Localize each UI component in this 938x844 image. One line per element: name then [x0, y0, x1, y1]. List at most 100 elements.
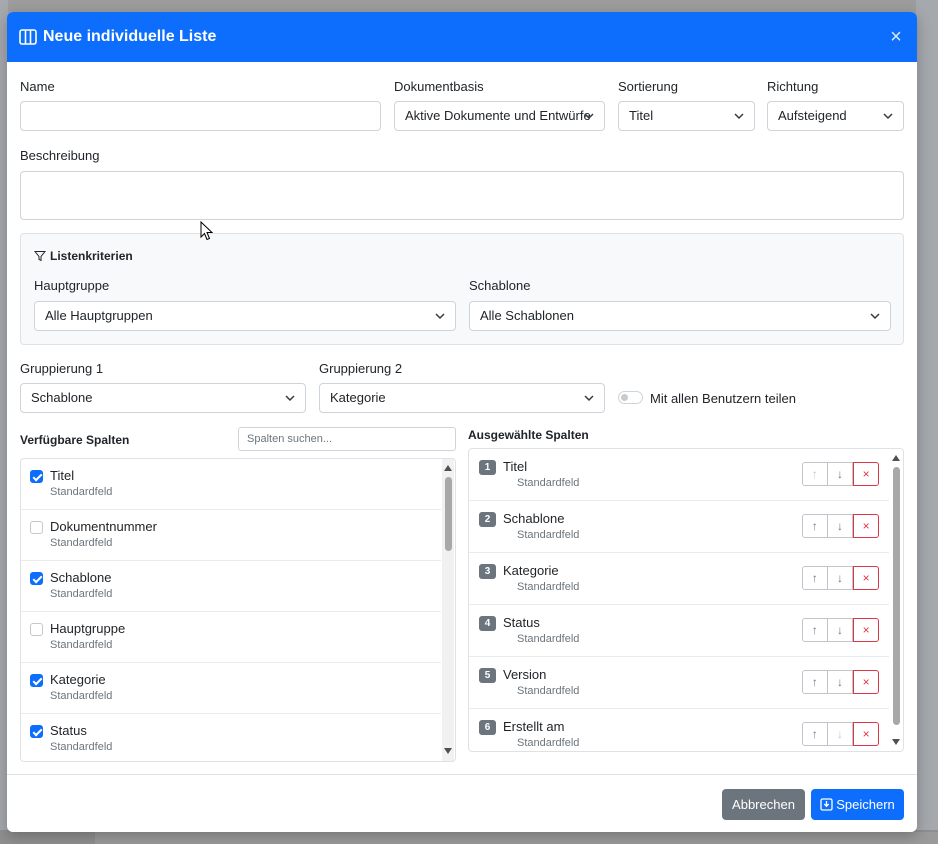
scrollbar[interactable]: [890, 449, 902, 751]
item-title: Version: [503, 667, 547, 682]
row-actions: ↑ ↓ ×: [802, 670, 879, 694]
move-up-button[interactable]: ↑: [802, 566, 828, 590]
remove-button[interactable]: ×: [853, 566, 879, 590]
item-title: Schablone: [503, 511, 565, 526]
scroll-down-icon[interactable]: [892, 739, 900, 745]
chevron-down-icon: [870, 313, 880, 320]
order-badge: 6: [479, 720, 496, 735]
gruppierung2-select[interactable]: Kategorie: [319, 383, 605, 413]
sortierung-select[interactable]: Titel: [618, 101, 755, 131]
checkbox[interactable]: [30, 470, 43, 483]
name-input[interactable]: [20, 101, 381, 131]
new-list-modal: Neue individuelle Liste × Name Dokumentb…: [7, 12, 917, 832]
order-badge: 2: [479, 512, 496, 527]
move-down-button[interactable]: ↓: [827, 722, 854, 746]
selected-row: 4 Status Standardfeld ↑ ↓ ×: [469, 605, 889, 657]
available-columns-panel: Titel Standardfeld Dokumentnummer Standa…: [20, 458, 456, 762]
chevron-down-icon: [435, 313, 445, 320]
item-title: Status: [503, 615, 540, 630]
item-subtitle: Standardfeld: [517, 581, 580, 593]
item-subtitle: Standardfeld: [517, 633, 580, 645]
scrollbar[interactable]: [442, 459, 454, 761]
dokumentbasis-select[interactable]: Aktive Dokumente und Entwürfe: [394, 101, 605, 131]
row-actions: ↑ ↓ ×: [802, 566, 879, 590]
move-up-button[interactable]: ↑: [802, 670, 828, 694]
share-label: Mit allen Benutzern teilen: [650, 391, 796, 406]
item-title: Status: [50, 723, 87, 738]
background-bottom-light: [95, 832, 938, 844]
close-button[interactable]: ×: [887, 27, 905, 47]
richtung-select[interactable]: Aufsteigend: [767, 101, 904, 131]
item-subtitle: Standardfeld: [50, 741, 113, 753]
item-title: Erstellt am: [503, 719, 565, 734]
item-subtitle: Standardfeld: [50, 588, 113, 600]
share-toggle[interactable]: [618, 391, 643, 404]
chevron-down-icon: [883, 113, 893, 120]
selected-row: 2 Schablone Standardfeld ↑ ↓ ×: [469, 501, 889, 553]
chevron-down-icon: [734, 113, 744, 120]
checkbox[interactable]: [30, 674, 43, 687]
cancel-button[interactable]: Abbrechen: [722, 789, 805, 820]
scroll-thumb[interactable]: [893, 467, 900, 725]
item-subtitle: Standardfeld: [517, 529, 580, 541]
move-up-button[interactable]: ↑: [802, 618, 828, 642]
dokumentbasis-value: Aktive Dokumente und Entwürfe: [405, 108, 591, 123]
footer-divider: [7, 774, 917, 775]
checkbox[interactable]: [30, 725, 43, 738]
gruppierung2-value: Kategorie: [330, 390, 386, 405]
move-down-button[interactable]: ↓: [827, 462, 854, 486]
mouse-cursor-icon: [200, 221, 214, 241]
move-up-button[interactable]: ↑: [802, 462, 828, 486]
selected-heading: Ausgewählte Spalten: [468, 428, 589, 442]
row-actions: ↑ ↓ ×: [802, 722, 879, 746]
dokumentbasis-label: Dokumentbasis: [394, 79, 484, 94]
scroll-thumb[interactable]: [445, 477, 452, 551]
item-subtitle: Standardfeld: [50, 486, 113, 498]
list-item[interactable]: Dokumentnummer Standardfeld: [21, 510, 441, 561]
save-button[interactable]: Speichern: [811, 789, 904, 820]
gruppierung1-select[interactable]: Schablone: [20, 383, 306, 413]
remove-button[interactable]: ×: [853, 514, 879, 538]
list-item[interactable]: Kategorie Standardfeld: [21, 663, 441, 714]
order-badge: 3: [479, 564, 496, 579]
column-search-input[interactable]: Spalten suchen...: [238, 427, 456, 451]
selected-row: 5 Version Standardfeld ↑ ↓ ×: [469, 657, 889, 709]
selected-row: 3 Kategorie Standardfeld ↑ ↓ ×: [469, 553, 889, 605]
item-subtitle: Standardfeld: [517, 477, 580, 489]
hauptgruppe-label: Hauptgruppe: [34, 278, 110, 293]
move-up-button[interactable]: ↑: [802, 722, 828, 746]
move-down-button[interactable]: ↓: [827, 514, 854, 538]
modal-header: Neue individuelle Liste ×: [7, 12, 917, 62]
list-item[interactable]: Titel Standardfeld: [21, 459, 441, 510]
hauptgruppe-value: Alle Hauptgruppen: [45, 308, 153, 323]
item-subtitle: Standardfeld: [517, 685, 580, 697]
checkbox[interactable]: [30, 572, 43, 585]
move-up-button[interactable]: ↑: [802, 514, 828, 538]
item-subtitle: Standardfeld: [50, 690, 113, 702]
list-item[interactable]: Status Standardfeld: [21, 714, 441, 761]
selected-row: 1 Titel Standardfeld ↑ ↓ ×: [469, 449, 889, 501]
remove-button[interactable]: ×: [853, 722, 879, 746]
remove-button[interactable]: ×: [853, 670, 879, 694]
background-right-strip: [916, 0, 938, 844]
scroll-down-icon[interactable]: [444, 748, 452, 754]
hauptgruppe-select[interactable]: Alle Hauptgruppen: [34, 301, 456, 331]
schablone-label: Schablone: [469, 278, 531, 293]
remove-button[interactable]: ×: [853, 462, 879, 486]
remove-button[interactable]: ×: [853, 618, 879, 642]
move-down-button[interactable]: ↓: [827, 566, 854, 590]
move-down-button[interactable]: ↓: [827, 618, 854, 642]
beschreibung-textarea[interactable]: [20, 171, 904, 220]
scroll-up-icon[interactable]: [892, 455, 900, 461]
scroll-up-icon[interactable]: [444, 465, 452, 471]
name-label: Name: [20, 79, 55, 94]
criteria-heading: Listenkriterien: [34, 249, 133, 263]
order-badge: 1: [479, 460, 496, 475]
list-item[interactable]: Hauptgruppe Standardfeld: [21, 612, 441, 663]
move-down-button[interactable]: ↓: [827, 670, 854, 694]
list-item[interactable]: Schablone Standardfeld: [21, 561, 441, 612]
checkbox[interactable]: [30, 521, 43, 534]
checkbox[interactable]: [30, 623, 43, 636]
modal-title: Neue individuelle Liste: [19, 28, 216, 46]
schablone-select[interactable]: Alle Schablonen: [469, 301, 891, 331]
